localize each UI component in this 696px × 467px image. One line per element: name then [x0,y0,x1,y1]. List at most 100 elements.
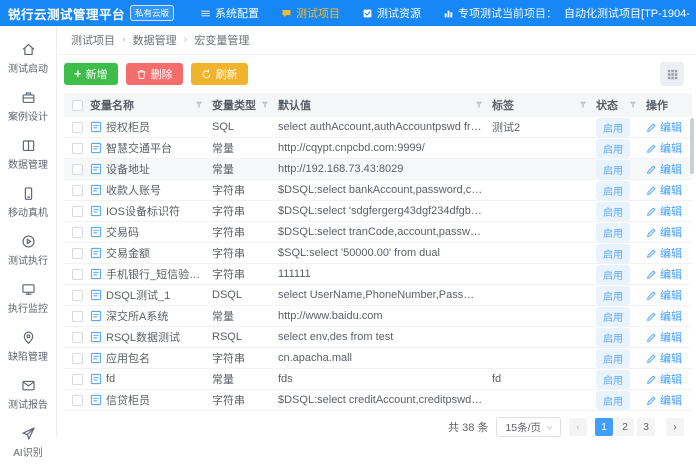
status-badge[interactable]: 启用 [596,307,630,326]
edit-button[interactable]: 编辑 [646,287,682,303]
table-row[interactable]: 交易码 字符串 $DSQL:select tranCode,account,pa… [64,222,692,243]
row-checkbox[interactable] [72,332,83,343]
row-checkbox[interactable] [72,311,83,322]
table-row[interactable]: 智慧交通平台 常量 http://cqypt.cnpcbd.com:9999/ … [64,138,692,159]
page-button-2[interactable]: 2 [616,418,634,436]
edit-button[interactable]: 编辑 [646,308,682,324]
status-badge[interactable]: 启用 [596,223,630,242]
row-checkbox[interactable] [72,395,83,406]
variable-doc-icon [90,121,102,133]
column-settings-button[interactable] [660,62,684,86]
play-icon [21,234,36,249]
pencil-icon [646,143,657,154]
table-row[interactable]: DSQL测试_1 DSQL select UserName,PhoneNumbe… [64,285,692,306]
filter-icon[interactable] [194,100,204,110]
page-button-3[interactable]: 3 [637,418,655,436]
edit-button[interactable]: 编辑 [646,224,682,240]
table-row[interactable]: 设备地址 常量 http://192.168.73.43:8029 启用 编辑 [64,159,692,180]
table-row[interactable]: 收款人账号 字符串 $DSQL:select bankAccount,passw… [64,180,692,201]
select-all-checkbox[interactable] [72,100,83,111]
breadcrumb-item-2[interactable]: 宏变量管理 [194,32,249,48]
sidebar-item-5[interactable]: 执行监控 [0,275,56,323]
sidebar-item-0[interactable]: 测试启动 [0,35,56,83]
row-checkbox[interactable] [72,290,83,301]
row-checkbox[interactable] [72,164,83,175]
edit-button[interactable]: 编辑 [646,329,682,345]
top-nav-item-2[interactable]: 测试资源 [362,5,421,21]
refresh-button[interactable]: 刷新 [191,63,248,85]
status-badge[interactable]: 启用 [596,391,630,410]
edit-button[interactable]: 编辑 [646,371,682,387]
breadcrumb-item-0[interactable]: 测试项目 [71,32,115,48]
add-button[interactable]: + 新增 [64,63,118,85]
page-button-1[interactable]: 1 [595,418,613,436]
filter-icon[interactable] [628,100,638,110]
row-checkbox[interactable] [72,227,83,238]
edit-button-label: 编辑 [660,203,682,219]
row-checkbox[interactable] [72,248,83,259]
table-row[interactable]: IOS设备标识符 字符串 $DSQL:select 'sdgfergerg43d… [64,201,692,222]
status-badge[interactable]: 启用 [596,139,630,158]
table-row[interactable]: fd 常量 fds fd 启用 编辑 [64,369,692,390]
row-checkbox[interactable] [72,185,83,196]
table-row[interactable]: 深交所A系统 常量 http://www.baidu.com 启用 编辑 [64,306,692,327]
top-nav-item-1[interactable]: 测试项目 [281,5,340,21]
table-header: 变量名称变量类型默认值标签状态操作 [64,93,692,117]
status-badge[interactable]: 启用 [596,286,630,305]
sidebar-item-2[interactable]: 数据管理 [0,131,56,179]
page-size-select[interactable]: 15条/页 [496,417,561,437]
edit-button[interactable]: 编辑 [646,266,682,282]
status-badge[interactable]: 启用 [596,328,630,347]
table-row[interactable]: 信贷柜员 字符串 $DSQL:select creditAccount,cred… [64,390,692,411]
current-project-name[interactable]: 自动化测试项目[TP-1904- [564,5,690,21]
table-row[interactable]: 应用包名 字符串 cn.apacha.mall 启用 编辑 [64,348,692,369]
edit-button[interactable]: 编辑 [646,119,682,135]
status-badge[interactable]: 启用 [596,265,630,284]
row-checkbox[interactable] [72,206,83,217]
edit-button[interactable]: 编辑 [646,203,682,219]
sidebar-item-8[interactable]: AI识别 [0,419,56,467]
status-badge[interactable]: 启用 [596,244,630,263]
edit-button[interactable]: 编辑 [646,392,682,408]
variable-type: 字符串 [212,266,245,282]
default-value: cn.apacha.mall [278,352,352,364]
filter-icon[interactable] [260,100,270,110]
delete-button[interactable]: 删除 [126,63,183,85]
top-nav-item-3[interactable]: 专项测试 [443,5,502,21]
status-badge[interactable]: 启用 [596,118,630,137]
status-badge[interactable]: 启用 [596,160,630,179]
next-page-button[interactable]: › [666,418,684,436]
sidebar-item-4[interactable]: 测试执行 [0,227,56,275]
prev-page-button[interactable]: ‹ [569,418,587,436]
row-checkbox[interactable] [72,353,83,364]
status-badge[interactable]: 启用 [596,349,630,368]
edit-button[interactable]: 编辑 [646,161,682,177]
table-row[interactable]: 授权柜员 SQL select authAccount,authAccountp… [64,117,692,138]
row-checkbox[interactable] [72,374,83,385]
row-checkbox[interactable] [72,122,83,133]
vertical-scrollbar-thumb[interactable] [690,118,694,174]
edit-button[interactable]: 编辑 [646,140,682,156]
status-badge[interactable]: 启用 [596,202,630,221]
top-nav-item-0[interactable]: 系统配置 [200,5,259,21]
edit-button[interactable]: 编辑 [646,182,682,198]
sidebar-item-3[interactable]: 移动真机 [0,179,56,227]
filter-icon[interactable] [474,100,484,110]
header-right: 当前项目： 自动化测试项目[TP-1904- wangminx [502,5,696,21]
row-checkbox[interactable] [72,143,83,154]
table-row[interactable]: 手机银行_短信验证码 字符串 111111 启用 编辑 [64,264,692,285]
edit-button[interactable]: 编辑 [646,350,682,366]
row-checkbox[interactable] [72,269,83,280]
filter-icon[interactable] [578,100,588,110]
sidebar-item-6[interactable]: 缺陷管理 [0,323,56,371]
sidebar-item-1[interactable]: 案例设计 [0,83,56,131]
variable-type: 字符串 [212,203,245,219]
status-badge[interactable]: 启用 [596,181,630,200]
status-badge[interactable]: 启用 [596,370,630,389]
breadcrumb-item-1[interactable]: 数据管理 [133,32,177,48]
edit-button[interactable]: 编辑 [646,245,682,261]
table-row[interactable]: RSQL数据测试 RSQL select env,des from test 启… [64,327,692,348]
table-row[interactable]: 交易金额 字符串 $SQL:select '50000.00' from dua… [64,243,692,264]
toolbar: + 新增 删除 刷新 [58,55,696,93]
sidebar-item-7[interactable]: 测试报告 [0,371,56,419]
